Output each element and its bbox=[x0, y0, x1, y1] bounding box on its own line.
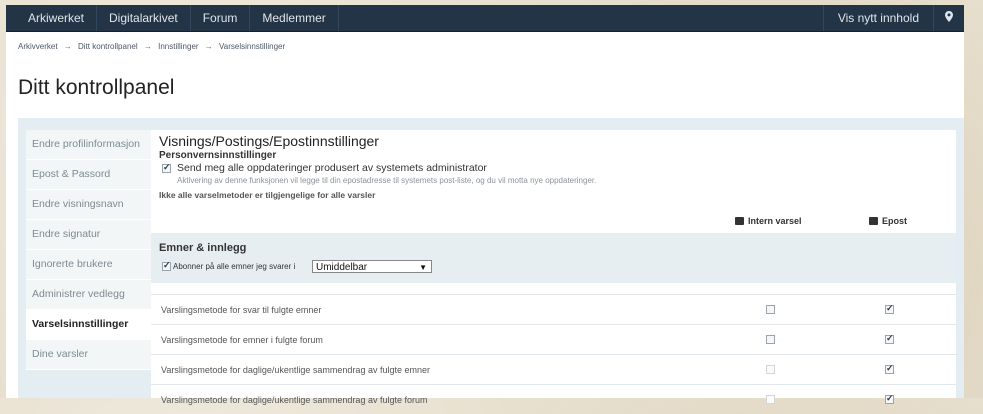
breadcrumb-separator: → bbox=[204, 42, 213, 51]
email-checkbox[interactable] bbox=[885, 363, 894, 374]
admin-updates-help: Aktivering av denne funksjonen vil legge… bbox=[177, 176, 597, 185]
breadcrumb-link[interactable]: Arkivverket bbox=[18, 42, 58, 51]
row-label: Varslingsmetode for emner i fulgte forum bbox=[161, 335, 323, 345]
envelope-icon bbox=[869, 217, 878, 225]
internal-checkbox bbox=[766, 365, 775, 374]
email-checkbox[interactable] bbox=[885, 393, 894, 404]
subscribe-frequency-select[interactable]: Umiddelbar ▼ bbox=[312, 260, 432, 273]
methods-note: Ikke alle varselmetoder er tilgjengelige… bbox=[159, 190, 376, 200]
admin-updates-label: Send meg alle oppdateringer produsert av… bbox=[177, 162, 487, 174]
breadcrumb-current: Varselsinnstillinger bbox=[219, 42, 286, 51]
row-label: Varslingsmetode for daglige/ukentlige sa… bbox=[161, 365, 430, 375]
privacy-heading: Personvernsinnstillinger bbox=[159, 150, 277, 161]
group-title: Emner & innlegg bbox=[159, 242, 247, 254]
email-checkbox[interactable] bbox=[885, 303, 894, 314]
sidebar-item-profile[interactable]: Endre profilinformasjon bbox=[26, 130, 151, 160]
sidebar-item-signature[interactable]: Endre signatur bbox=[26, 220, 151, 250]
subscribe-label: Abonner på alle emner jeg svarer i bbox=[173, 262, 296, 271]
column-email-label: Epost bbox=[882, 216, 908, 226]
nav-medlemmer[interactable]: Medlemmer bbox=[250, 5, 339, 31]
breadcrumb-link[interactable]: Ditt kontrollpanel bbox=[78, 42, 138, 51]
email-checkbox[interactable] bbox=[885, 333, 894, 344]
topics-posts-group: Emner & innlegg Abonner på alle emner je… bbox=[151, 233, 956, 283]
nav-arkiwerket[interactable]: Arkiwerket bbox=[6, 5, 98, 31]
breadcrumb-separator: → bbox=[63, 42, 72, 51]
page: Arkiwerket Digitalarkivet Forum Medlemme… bbox=[6, 5, 964, 405]
settings-content: Visnings/Postings/Epostinnstillinger Per… bbox=[151, 130, 956, 405]
admin-updates-checkbox[interactable] bbox=[162, 162, 171, 173]
internal-checkbox bbox=[766, 395, 775, 404]
chevron-down-icon: ▼ bbox=[419, 263, 427, 272]
row-label: Varslingsmetode for svar til fulgte emne… bbox=[161, 305, 322, 315]
row-label: Varslingsmetode for daglige/ukentlige sa… bbox=[161, 395, 428, 405]
section-heading: Visnings/Postings/Epostinnstillinger bbox=[159, 133, 379, 149]
breadcrumb: Arkivverket → Ditt kontrollpanel → Innst… bbox=[18, 42, 289, 51]
sidebar-item-my-notifications[interactable]: Dine varsler bbox=[26, 340, 151, 370]
control-panel: Endre profilinformasjon Epost & Passord … bbox=[18, 118, 964, 405]
sidebar-item-notification-settings[interactable]: Varselsinnstillinger bbox=[26, 310, 151, 340]
breadcrumb-link[interactable]: Innstillinger bbox=[158, 42, 198, 51]
table-row: Varslingsmetode for emner i fulgte forum bbox=[151, 324, 956, 354]
internal-checkbox[interactable] bbox=[766, 335, 775, 344]
nav-forum[interactable]: Forum bbox=[191, 5, 251, 31]
nav-digitalarkivet[interactable]: Digitalarkivet bbox=[97, 5, 191, 31]
page-title: Ditt kontrollpanel bbox=[18, 76, 175, 99]
top-navigation-bar: Arkiwerket Digitalarkivet Forum Medlemme… bbox=[6, 5, 964, 32]
column-email-header: Epost bbox=[869, 216, 907, 226]
show-new-content-link[interactable]: Vis nytt innhold bbox=[822, 5, 933, 31]
sidebar: Endre profilinformasjon Epost & Passord … bbox=[26, 130, 151, 370]
breadcrumb-separator: → bbox=[143, 42, 152, 51]
table-row: Varslingsmetode for daglige/ukentlige sa… bbox=[151, 354, 956, 384]
table-row: Varslingsmetode for svar til fulgte emne… bbox=[151, 294, 956, 324]
subscribe-checkbox[interactable] bbox=[162, 260, 171, 271]
column-internal-header: Intern varsel bbox=[735, 216, 802, 226]
internal-checkbox[interactable] bbox=[766, 305, 775, 314]
column-internal-label: Intern varsel bbox=[748, 216, 802, 226]
sidebar-item-display-name[interactable]: Endre visningsnavn bbox=[26, 190, 151, 220]
sidebar-item-email-password[interactable]: Epost & Passord bbox=[26, 160, 151, 190]
user-card-icon bbox=[735, 217, 744, 225]
sidebar-item-attachments[interactable]: Administrer vedlegg bbox=[26, 280, 151, 310]
table-row: Varslingsmetode for daglige/ukentlige sa… bbox=[151, 384, 956, 414]
select-value: Umiddelbar bbox=[316, 262, 368, 273]
map-marker-icon[interactable] bbox=[933, 5, 964, 31]
sidebar-item-ignored-users[interactable]: Ignorerte brukere bbox=[26, 250, 151, 280]
